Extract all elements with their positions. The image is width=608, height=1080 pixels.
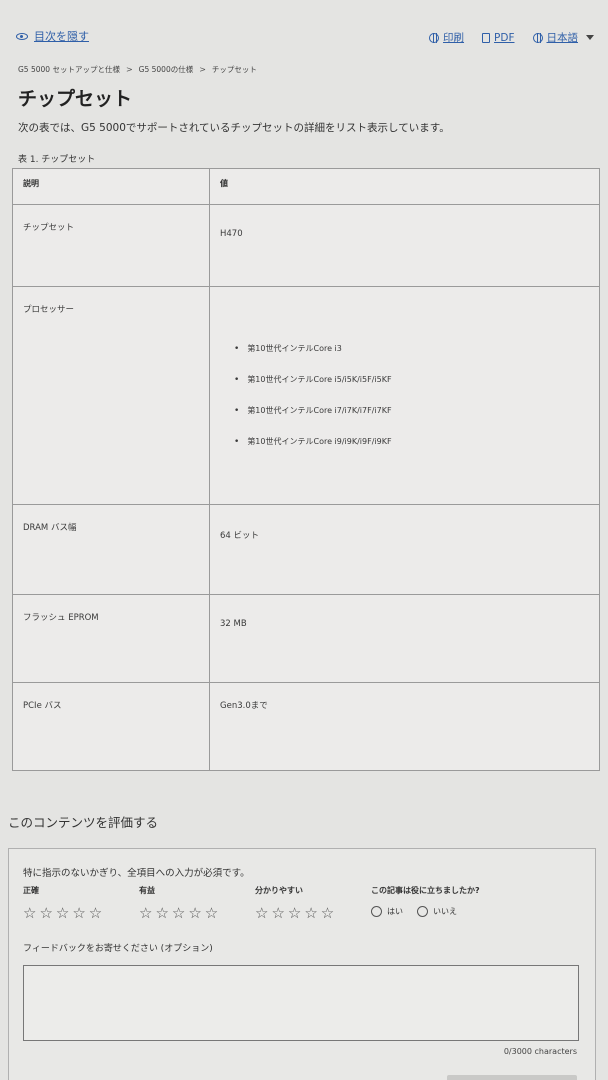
submit-button[interactable] bbox=[447, 1075, 577, 1080]
print-button[interactable]: 印刷 bbox=[429, 30, 464, 45]
rating-label: 有益 bbox=[139, 886, 155, 895]
row-value: 32 MB bbox=[209, 594, 600, 683]
breadcrumb: G5 5000 セットアップと仕様 > G5 5000の仕様 > チップセット bbox=[18, 64, 257, 75]
radio-circle-icon bbox=[417, 906, 428, 917]
breadcrumb-item-specs[interactable]: G5 5000の仕様 bbox=[139, 64, 194, 75]
pdf-button[interactable]: PDF bbox=[482, 31, 515, 44]
row-value: 第10世代インテルCore i3 第10世代インテルCore i5/i5K/i5… bbox=[209, 286, 600, 505]
table-caption: 表 1. チップセット bbox=[18, 155, 96, 165]
table-row: フラッシュ EPROM 32 MB bbox=[12, 594, 600, 683]
toc-toggle-label: 目次を隠す bbox=[34, 30, 89, 43]
breadcrumb-item-current: チップセット bbox=[211, 65, 257, 74]
row-label: フラッシュ EPROM bbox=[12, 594, 210, 683]
row-label: DRAM バス幅 bbox=[12, 504, 210, 595]
header-description: 説明 bbox=[12, 168, 210, 205]
intro-text: 次の表では、G5 5000でサポートされているチップセットの詳細をリスト表示して… bbox=[18, 122, 450, 134]
helpful-options: はい いいえ bbox=[371, 906, 480, 917]
pdf-icon bbox=[482, 32, 491, 43]
page-title: チップセット bbox=[18, 88, 133, 110]
yes-label: はい bbox=[387, 907, 403, 916]
rating-label: 分かりやすい bbox=[255, 886, 303, 895]
feedback-label: フィードバックをお寄せください (オプション) bbox=[23, 944, 213, 954]
list-item: 第10世代インテルCore i5/i5K/i5F/i5KF bbox=[234, 374, 589, 385]
list-item: 第10世代インテルCore i7/i7K/i7F/i7KF bbox=[234, 405, 589, 416]
header-value: 値 bbox=[209, 168, 600, 205]
rating-clarity: 分かりやすい ☆☆☆☆☆ bbox=[255, 885, 337, 922]
table-row: チップセット H470 bbox=[12, 204, 600, 287]
print-label: 印刷 bbox=[443, 32, 465, 44]
yes-radio[interactable]: はい bbox=[371, 906, 403, 917]
radio-circle-icon bbox=[371, 906, 382, 917]
breadcrumb-separator: > bbox=[199, 65, 206, 74]
helpful-question: この記事は役に立ちましたか? はい いいえ bbox=[371, 885, 480, 917]
table-header-row: 説明 値 bbox=[12, 168, 600, 205]
no-radio[interactable]: いいえ bbox=[417, 906, 457, 917]
rating-heading: このコンテンツを評価する bbox=[8, 815, 159, 830]
rating-form: 特に指示のないかぎり、全項目への入力が必須です。 正確 ☆☆☆☆☆ 有益 ☆☆☆… bbox=[8, 848, 596, 1080]
row-label: PCIe バス bbox=[12, 682, 210, 771]
list-item: 第10世代インテルCore i9/i9K/i9F/i9KF bbox=[234, 436, 589, 447]
table-row: DRAM バス幅 64 ビット bbox=[12, 504, 600, 595]
star-rating-icons[interactable]: ☆☆☆☆☆ bbox=[255, 904, 337, 922]
pdf-label: PDF bbox=[494, 31, 515, 44]
eye-icon bbox=[16, 32, 28, 40]
row-label: チップセット bbox=[12, 204, 210, 287]
language-label: 日本語 bbox=[546, 32, 579, 44]
page-tools: 印刷 PDF 日本語 bbox=[429, 30, 594, 45]
toc-toggle-link[interactable]: 目次を隠す bbox=[16, 28, 89, 44]
table-row: プロセッサー 第10世代インテルCore i3 第10世代インテルCore i5… bbox=[12, 286, 600, 505]
print-icon bbox=[429, 32, 440, 43]
chipset-table: 説明 値 チップセット H470 プロセッサー 第10世代インテルCore i3… bbox=[12, 168, 600, 771]
processor-list: 第10世代インテルCore i3 第10世代インテルCore i5/i5K/i5… bbox=[234, 343, 589, 447]
required-note: 特に指示のないかぎり、全項目への入力が必須です。 bbox=[23, 868, 250, 879]
row-value: H470 bbox=[209, 204, 600, 287]
breadcrumb-item-setup[interactable]: G5 5000 セットアップと仕様 bbox=[18, 64, 120, 75]
list-item: 第10世代インテルCore i3 bbox=[234, 343, 589, 354]
no-label: いいえ bbox=[433, 907, 457, 916]
row-label: プロセッサー bbox=[12, 286, 210, 505]
table-row: PCIe バス Gen3.0まで bbox=[12, 682, 600, 771]
char-counter: 0/3000 characters bbox=[503, 1047, 577, 1056]
feedback-textarea[interactable] bbox=[23, 965, 579, 1041]
rating-label: 正確 bbox=[23, 886, 39, 895]
row-value: Gen3.0まで bbox=[209, 682, 600, 771]
chevron-down-icon bbox=[586, 35, 594, 40]
helpful-label: この記事は役に立ちましたか? bbox=[371, 886, 480, 895]
row-value: 64 ビット bbox=[209, 504, 600, 595]
star-rating-icons[interactable]: ☆☆☆☆☆ bbox=[23, 904, 105, 922]
rating-accuracy: 正確 ☆☆☆☆☆ bbox=[23, 885, 105, 922]
top-toolbar: 目次を隠す 印刷 PDF 日本語 bbox=[16, 26, 594, 46]
language-selector[interactable]: 日本語 bbox=[532, 30, 594, 45]
breadcrumb-separator: > bbox=[125, 65, 133, 74]
globe-icon bbox=[532, 32, 543, 43]
rating-usefulness: 有益 ☆☆☆☆☆ bbox=[139, 885, 221, 922]
star-rating-icons[interactable]: ☆☆☆☆☆ bbox=[139, 904, 221, 922]
